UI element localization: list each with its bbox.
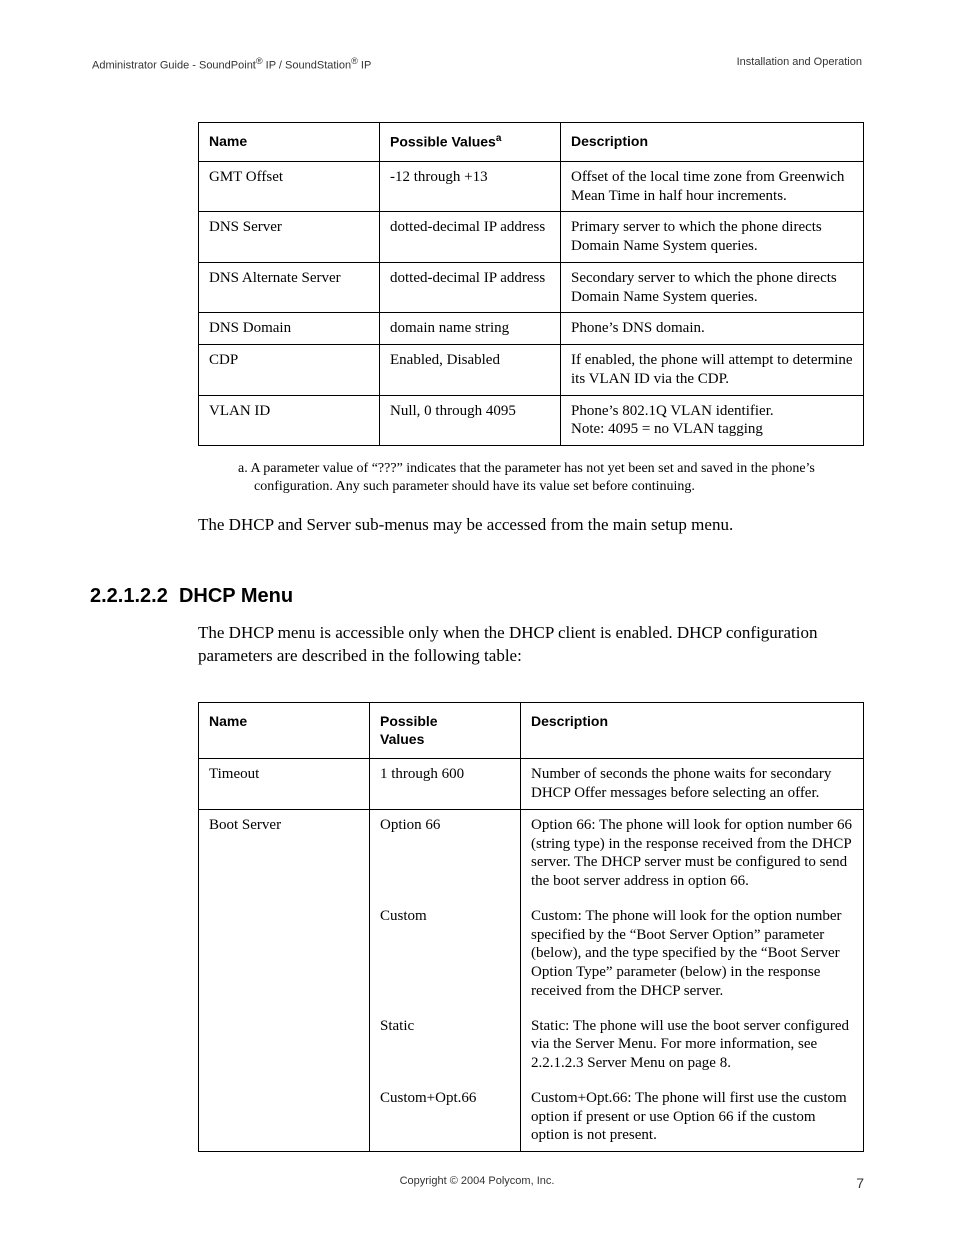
page-container: Administrator Guide - SoundPoint® IP / S…: [0, 0, 954, 1235]
cell-name: Timeout: [199, 759, 370, 810]
page-header: Administrator Guide - SoundPoint® IP / S…: [90, 56, 864, 72]
reg-mark-2: ®: [351, 56, 358, 66]
th-values: PossibleValues: [370, 703, 521, 759]
content-block-2: The DHCP menu is accessible only when th…: [198, 622, 864, 1152]
cell-desc: Static: The phone will use the boot serv…: [521, 1007, 864, 1079]
cell-desc: Custom+Opt.66: The phone will first use …: [521, 1079, 864, 1152]
table1-footnote: a. A parameter value of “???” indicates …: [238, 460, 824, 496]
network-params-table: Name Possible Valuesa Description GMT Of…: [198, 122, 864, 446]
header-left-mid: IP / SoundStation: [263, 60, 351, 72]
table-row: Timeout 1 through 600 Number of seconds …: [199, 759, 864, 810]
table-row: DNS Domain domain name string Phone’s DN…: [199, 313, 864, 345]
table-row: DNS Server dotted-decimal IP address Pri…: [199, 212, 864, 263]
cell-name: GMT Offset: [199, 161, 380, 212]
th-name: Name: [199, 122, 380, 161]
cell-name: DNS Alternate Server: [199, 262, 380, 313]
footer-copyright: Copyright © 2004 Polycom, Inc.: [400, 1175, 555, 1187]
header-left: Administrator Guide - SoundPoint® IP / S…: [92, 56, 371, 72]
table-row: DNS Alternate Server dotted-decimal IP a…: [199, 262, 864, 313]
section-heading-dhcp: 2.2.1.2.2 DHCP Menu: [90, 585, 864, 608]
content-block-1: Name Possible Valuesa Description GMT Of…: [198, 122, 864, 538]
cell-desc: Custom: The phone will look for the opti…: [521, 897, 864, 1007]
table-header-row: Name PossibleValues Description: [199, 703, 864, 759]
section-title: DHCP Menu: [179, 585, 293, 607]
header-right: Installation and Operation: [737, 56, 862, 72]
cell-name: Boot Server: [199, 809, 370, 1151]
cell-name: DNS Server: [199, 212, 380, 263]
cell-values: Custom+Opt.66: [370, 1079, 521, 1152]
th-values: Possible Valuesa: [380, 122, 561, 161]
th-values-sup: a: [496, 133, 502, 144]
cell-values: 1 through 600: [370, 759, 521, 810]
cell-name: VLAN ID: [199, 395, 380, 446]
th-name: Name: [199, 703, 370, 759]
cell-desc: Number of seconds the phone waits for se…: [521, 759, 864, 810]
cell-values: Static: [370, 1007, 521, 1079]
th-desc: Description: [521, 703, 864, 759]
cell-desc: Secondary server to which the phone dire…: [561, 262, 864, 313]
cell-values: Custom: [370, 897, 521, 1007]
th-values-text: Possible Values: [390, 133, 496, 149]
paragraph-dhcp-intro: The DHCP menu is accessible only when th…: [198, 622, 864, 668]
table-row: VLAN ID Null, 0 through 4095 Phone’s 802…: [199, 395, 864, 446]
cell-values: Option 66: [370, 809, 521, 897]
header-left-post: IP: [358, 60, 371, 72]
cell-values: dotted-decimal IP address: [380, 212, 561, 263]
table-row: CDP Enabled, Disabled If enabled, the ph…: [199, 345, 864, 396]
header-left-pre: Administrator Guide - SoundPoint: [92, 60, 256, 72]
cell-values: dotted-decimal IP address: [380, 262, 561, 313]
cell-values: Null, 0 through 4095: [380, 395, 561, 446]
table-row: GMT Offset -12 through +13 Offset of the…: [199, 161, 864, 212]
dhcp-params-table: Name PossibleValues Description Timeout …: [198, 702, 864, 1152]
cell-desc: Option 66: The phone will look for optio…: [521, 809, 864, 897]
page-footer: Copyright © 2004 Polycom, Inc. 7: [90, 1175, 864, 1191]
cell-values: domain name string: [380, 313, 561, 345]
cell-desc: Phone’s DNS domain.: [561, 313, 864, 345]
footer-page-number: 7: [856, 1175, 864, 1191]
table-header-row: Name Possible Valuesa Description: [199, 122, 864, 161]
cell-desc: Primary server to which the phone direct…: [561, 212, 864, 263]
cell-desc: Offset of the local time zone from Green…: [561, 161, 864, 212]
section-number: 2.2.1.2.2: [90, 585, 168, 607]
table-row: Boot Server Option 66 Option 66: The pho…: [199, 809, 864, 897]
cell-values: Enabled, Disabled: [380, 345, 561, 396]
cell-desc: Phone’s 802.1Q VLAN identifier. Note: 40…: [561, 395, 864, 446]
cell-values: -12 through +13: [380, 161, 561, 212]
paragraph-submenus: The DHCP and Server sub-menus may be acc…: [198, 514, 864, 537]
cell-desc: If enabled, the phone will attempt to de…: [561, 345, 864, 396]
th-desc: Description: [561, 122, 864, 161]
reg-mark-1: ®: [256, 56, 263, 66]
cell-name: DNS Domain: [199, 313, 380, 345]
cell-name: CDP: [199, 345, 380, 396]
